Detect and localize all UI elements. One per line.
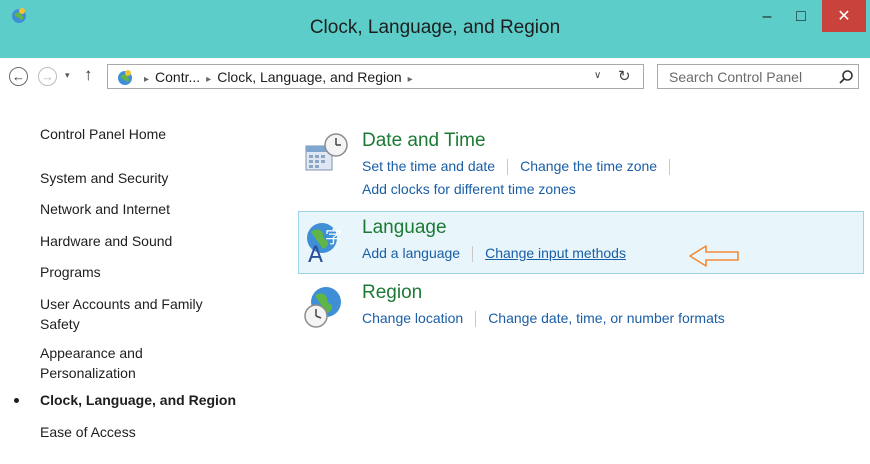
link-change-time-zone[interactable]: Change the time zone <box>520 158 657 174</box>
minimize-button[interactable]: – <box>752 0 782 34</box>
navigation-bar: ← → ▾ ↑ ▸ Contr... ▸ Clock, Language, and R… <box>0 58 870 94</box>
breadcrumb-separator[interactable]: ▸ <box>206 74 211 85</box>
breadcrumb-clock-language-region[interactable]: Clock, Language, and Region <box>217 69 401 85</box>
globe-language-icon: A 字 <box>307 223 342 265</box>
breadcrumb: ▸ Contr... ▸ Clock, Language, and Region ▸ <box>138 69 419 85</box>
sidebar-item-hardware-sound[interactable]: Hardware and Sound <box>40 231 172 251</box>
annotation-arrow-icon <box>689 245 739 267</box>
sidebar-item-label: User Accounts and Family <box>40 296 203 312</box>
forward-button[interactable]: → <box>38 67 57 86</box>
link-divider <box>472 246 474 263</box>
sidebar-item-label: Appearance and <box>40 345 143 361</box>
title-bar: Clock, Language, and Region – □ ✕ <box>0 0 870 58</box>
link-divider <box>669 159 671 176</box>
category-title-date-time[interactable]: Date and Time <box>362 130 486 152</box>
sidebar-item-programs[interactable]: Programs <box>40 262 101 282</box>
maximize-button[interactable]: □ <box>786 0 816 34</box>
breadcrumb-separator[interactable]: ▸ <box>408 74 413 85</box>
sidebar-item-ease-of-access[interactable]: Ease of Access <box>40 422 136 442</box>
link-change-input-methods[interactable]: Change input methods <box>485 245 626 261</box>
control-panel-icon <box>118 70 132 85</box>
address-history-dropdown[interactable]: ∨ <box>594 70 601 81</box>
globe-clock-icon <box>304 287 341 328</box>
up-button[interactable]: ↑ <box>84 65 93 85</box>
category-links: Change location Change date, time, or num… <box>362 310 725 328</box>
sidebar-item-network-internet[interactable]: Network and Internet <box>40 199 170 219</box>
sidebar-item-label: Personalization <box>40 365 136 381</box>
window-title: Clock, Language, and Region <box>309 17 561 38</box>
search-placeholder: Search Control Panel <box>669 69 803 85</box>
breadcrumb-separator[interactable]: ▸ <box>144 74 149 85</box>
category-links: Set the time and date Change the time zon… <box>362 158 682 176</box>
link-change-formats[interactable]: Change date, time, or number formats <box>488 310 725 326</box>
recent-locations-button[interactable]: ▾ <box>65 70 70 81</box>
active-bullet <box>14 398 19 403</box>
link-set-time-date[interactable]: Set the time and date <box>362 158 495 174</box>
address-box[interactable]: ▸ Contr... ▸ Clock, Language, and Region ▸ ∨… <box>107 64 644 89</box>
clock-calendar-icon <box>305 133 348 171</box>
category-language: A 字 Language Add a language Change input … <box>298 217 864 269</box>
link-add-clocks[interactable]: Add clocks for different time zones <box>362 181 576 197</box>
svg-text:字: 字 <box>325 228 342 248</box>
sidebar-item-label: Clock, Language, and Region <box>40 392 237 408</box>
link-divider <box>475 311 477 328</box>
category-title-region[interactable]: Region <box>362 282 422 304</box>
search-icon[interactable] <box>838 69 854 85</box>
svg-text:A: A <box>308 243 323 265</box>
sidebar-item-system-security[interactable]: System and Security <box>40 168 168 188</box>
search-input[interactable]: Search Control Panel <box>657 64 859 89</box>
breadcrumb-control-panel[interactable]: Contr... <box>155 69 200 85</box>
link-add-language[interactable]: Add a language <box>362 245 460 261</box>
sidebar-item-user-accounts[interactable]: User Accounts and Family Safety <box>40 294 203 334</box>
link-divider <box>507 159 509 176</box>
sidebar-item-appearance[interactable]: Appearance and Personalization <box>40 343 143 383</box>
link-change-location[interactable]: Change location <box>362 310 463 326</box>
close-button[interactable]: ✕ <box>822 0 866 32</box>
refresh-button[interactable]: ↻ <box>618 67 631 85</box>
category-links: Add a language Change input methods <box>362 245 626 263</box>
category-title-language[interactable]: Language <box>362 217 447 239</box>
category-region: Region Change location Change date, time,… <box>298 282 864 334</box>
back-button[interactable]: ← <box>9 67 28 86</box>
sidebar-item-control-panel-home[interactable]: Control Panel Home <box>40 124 166 144</box>
category-date-time: Date and Time Set the time and date Chang… <box>298 130 864 200</box>
sidebar-item-clock-language-region: Clock, Language, and Region <box>14 390 237 410</box>
sidebar-item-label: Safety <box>40 316 80 332</box>
